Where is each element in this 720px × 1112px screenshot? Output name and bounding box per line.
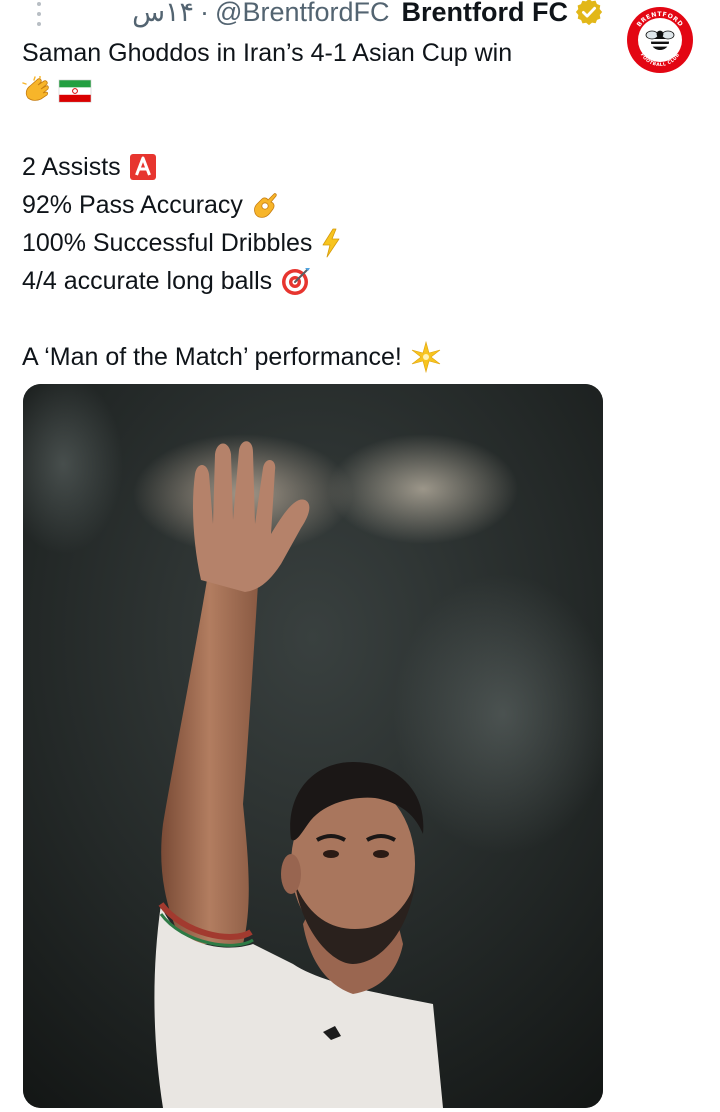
tweet-meta: ۱۴س · @BrentfordFC Brentford FC [132, 0, 604, 28]
timestamp[interactable]: ۱۴س [132, 0, 194, 28]
tweet-line-emojis [22, 72, 622, 110]
verified-badge-icon [575, 0, 603, 26]
long-balls-text: 4/4 accurate long balls [22, 267, 273, 295]
brentford-avatar[interactable]: BRENTFORD FOOTBALL CLUB [624, 4, 696, 76]
clapping-hands-icon [22, 76, 49, 101]
motm-text: A ‘Man of the Match’ performance! [22, 343, 402, 371]
dribbles-text: 100% Successful Dribbles [22, 229, 313, 257]
tweet-photo[interactable] [23, 384, 603, 1108]
more-options-icon[interactable] [32, 2, 46, 26]
sparkle-icon [411, 341, 440, 373]
letter-a-icon [129, 154, 156, 180]
tweet-line-1: Saman Ghoddos in Iran’s 4-1 Asian Cup wi… [22, 34, 622, 72]
target-icon [282, 268, 311, 295]
separator-dot: · [200, 0, 210, 27]
display-name[interactable]: Brentford FC [402, 0, 568, 28]
iran-flag-icon [58, 79, 92, 103]
lightning-icon [323, 228, 340, 258]
assists-text: 2 Assists [22, 153, 121, 181]
tweet-line-longballs: 4/4 accurate long balls [22, 262, 622, 300]
tweet-line-assists: 2 Assists [22, 148, 622, 186]
tweet: ۱۴س · @BrentfordFC Brentford FC BRENTFOR… [0, 0, 720, 1112]
tweet-text: Saman Ghoddos in Iran’s 4-1 Asian Cup wi… [22, 34, 622, 376]
tweet-line-motm: A ‘Man of the Match’ performance! [22, 338, 622, 376]
tweet-line-pass: 92% Pass Accuracy [22, 186, 622, 224]
user-handle[interactable]: @BrentfordFC [215, 0, 389, 28]
tweet-line-dribbles: 100% Successful Dribbles [22, 224, 622, 262]
tweet-header: ۱۴س · @BrentfordFC Brentford FC [0, 0, 720, 34]
headline-text: Saman Ghoddos in Iran’s 4-1 Asian Cup wi… [22, 39, 513, 67]
pass-accuracy-text: 92% Pass Accuracy [22, 191, 243, 219]
ok-hand-icon [254, 193, 277, 218]
player-waving-photo [23, 384, 603, 1108]
